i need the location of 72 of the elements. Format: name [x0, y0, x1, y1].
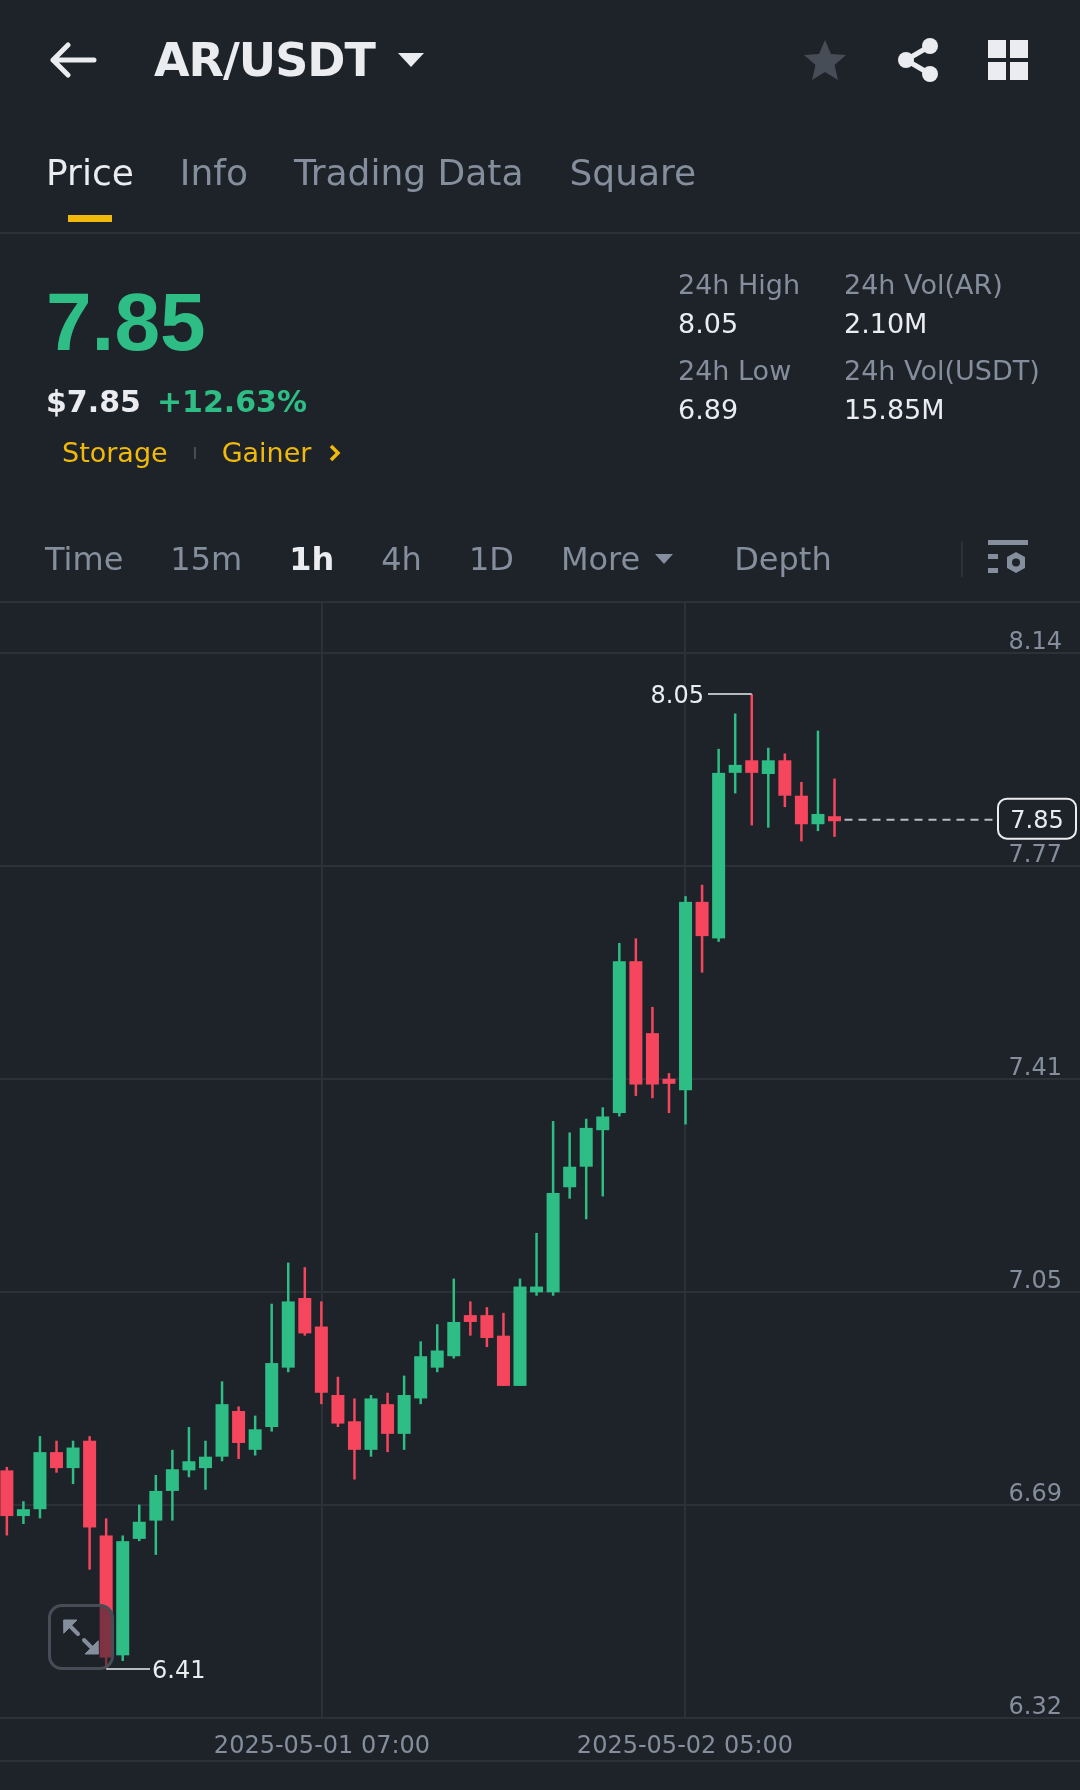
stat-label: 24h High	[678, 268, 802, 302]
candlestick	[66, 1440, 80, 1485]
y-axis-label: 7.05	[1008, 1266, 1062, 1294]
interval-tab[interactable]: 1D	[468, 539, 514, 578]
x-axis-label: 2025-05-01 07:00	[213, 1731, 431, 1759]
back-arrow-icon[interactable]	[48, 42, 98, 78]
candlestick	[232, 1406, 246, 1459]
stat-label: 24h Low	[678, 354, 793, 388]
tab[interactable]: Square	[569, 120, 697, 222]
stat-value: 8.05	[678, 307, 740, 341]
share-icon[interactable]	[896, 37, 940, 83]
y-axis-label: 6.69	[1008, 1479, 1062, 1507]
stat-value: 6.89	[678, 393, 740, 427]
stat-label: 24h Vol(USDT)	[844, 354, 1041, 388]
low-price-label: 6.41	[152, 1656, 206, 1684]
stat-value: 2.10M	[844, 307, 929, 341]
candlestick	[331, 1376, 345, 1427]
last-price-tag: 7.85	[997, 797, 1077, 840]
last-price: 7.85	[46, 275, 207, 369]
candlestick	[794, 782, 808, 842]
candlestick	[430, 1324, 444, 1373]
candlestick	[0, 1466, 14, 1536]
candlestick	[480, 1307, 494, 1348]
interval-tab[interactable]: Depth	[734, 539, 832, 578]
candlestick	[132, 1504, 146, 1542]
usd-price: $7.85	[46, 384, 141, 419]
candlestick	[381, 1392, 395, 1453]
candlestick	[828, 778, 841, 837]
y-axis-label: 7.41	[1008, 1053, 1062, 1081]
candlestick	[199, 1440, 212, 1490]
tab[interactable]: Trading Data	[293, 120, 524, 222]
candlestick	[16, 1501, 30, 1525]
candlestick	[530, 1232, 544, 1296]
caret-icon	[654, 552, 675, 565]
interval-tab[interactable]: 4h	[381, 539, 422, 578]
leader-line	[105, 1668, 151, 1670]
dropdown-button[interactable]: More	[560, 539, 675, 578]
candlestick	[248, 1415, 262, 1456]
y-axis-label: 6.32	[1008, 1692, 1062, 1720]
tag-link[interactable]: Storage	[62, 437, 168, 468]
y-axis-label: 8.14	[1008, 627, 1062, 655]
candlestick	[662, 1073, 676, 1114]
interval-tab[interactable]: 15m	[170, 539, 243, 578]
candlestick	[414, 1341, 428, 1405]
tab-indicator	[67, 215, 112, 222]
y-axis-label: 7.77	[1008, 840, 1062, 868]
high-price-label: 8.05	[650, 681, 704, 710]
tab[interactable]: Price	[46, 120, 134, 222]
interval-tab[interactable]: Time	[45, 539, 124, 578]
candlestick	[165, 1449, 179, 1521]
stat-label: 24h Vol(AR)	[844, 268, 1004, 302]
candlestick	[298, 1267, 312, 1336]
price-change: +12.63%	[156, 384, 307, 419]
caret-icon	[396, 52, 425, 68]
interval-tab[interactable]: 1h	[289, 539, 335, 578]
tag-link[interactable]: Gainer	[221, 437, 312, 468]
x-axis-label: 2025-05-02 05:00	[576, 1731, 794, 1759]
candlestick	[364, 1395, 378, 1457]
grid-icon[interactable]	[988, 40, 1028, 80]
expand-icon	[62, 1618, 100, 1656]
candlestick	[182, 1427, 196, 1478]
pair-selector[interactable]: AR/USDT	[154, 33, 425, 87]
candlestick	[778, 753, 792, 808]
tab[interactable]: Info	[179, 120, 248, 222]
leader-line	[707, 693, 753, 695]
candlestick	[463, 1301, 477, 1336]
stat-value: 15.85M	[844, 393, 946, 427]
candlestick	[563, 1132, 577, 1199]
candlestick	[50, 1440, 63, 1473]
chevron-right-icon[interactable]	[329, 443, 342, 462]
star-icon[interactable]	[802, 38, 848, 82]
fullscreen-button[interactable]	[48, 1604, 114, 1670]
